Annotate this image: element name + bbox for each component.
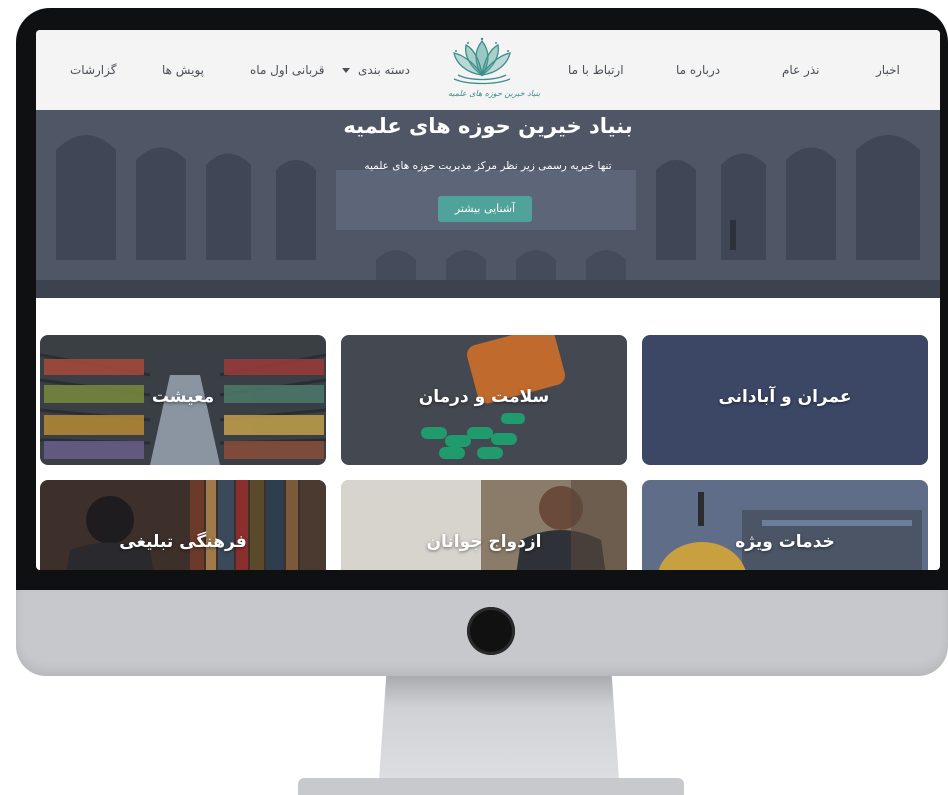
hero-section: بنیاد خیرین حوزه های علمیه تنها خیریه رس… — [36, 110, 940, 298]
hero-title: بنیاد خیرین حوزه های علمیه — [343, 114, 633, 138]
card-cultural[interactable]: فرهنگی تبلیغی — [40, 480, 326, 570]
card-youth-marriage-label: ازدواج جوانان — [426, 532, 542, 552]
hero-subtitle: تنها خیریه رسمی زیر نظر مرکز مدیریت حوزه… — [364, 160, 612, 172]
monitor-camera — [467, 607, 515, 655]
card-livelihood[interactable]: معیشت — [40, 335, 326, 465]
nav-contact[interactable]: ارتباط با ما — [568, 63, 624, 77]
card-special-services[interactable]: خدمات ویژه — [642, 480, 928, 570]
lotus-logo-icon — [453, 37, 511, 85]
shrine-image — [642, 480, 928, 570]
logo-text: بنیاد خیرین حوزه های علمیه — [448, 89, 541, 98]
nav-reports[interactable]: گزارشات — [70, 63, 116, 77]
card-livelihood-label: معیشت — [151, 387, 215, 407]
card-construction-label: عمران و آبادانی — [718, 387, 852, 407]
nav-campaigns[interactable]: پویش ها — [162, 63, 204, 77]
monitor-stand — [379, 676, 619, 780]
learn-more-button[interactable]: آشنایی بیشتر — [438, 196, 532, 222]
books-image — [40, 480, 326, 570]
nav-about[interactable]: درباره ما — [676, 63, 720, 77]
caret-down-icon — [342, 68, 350, 73]
nav-news[interactable]: اخبار — [876, 63, 900, 77]
card-health-label: سلامت و درمان — [418, 387, 550, 407]
nav-monthly-sacrifice[interactable]: قربانی اول ماه — [250, 63, 325, 77]
navbar: اخبار نذر عام درباره ما ارتباط با ما بنی… — [36, 30, 940, 110]
website-screen: اخبار نذر عام درباره ما ارتباط با ما بنی… — [36, 30, 940, 570]
nav-category-dropdown[interactable]: دسته بندی — [342, 63, 410, 77]
card-construction[interactable]: عمران و آبادانی — [642, 335, 928, 465]
card-health[interactable]: سلامت و درمان — [341, 335, 627, 465]
monitor-base — [298, 778, 684, 795]
couple-image — [341, 480, 627, 570]
site-logo[interactable]: بنیاد خیرین حوزه های علمیه — [448, 35, 541, 105]
nav-general-vow[interactable]: نذر عام — [782, 63, 820, 77]
card-special-services-label: خدمات ویژه — [735, 532, 835, 552]
card-cultural-label: فرهنگی تبلیغی — [119, 532, 247, 552]
card-youth-marriage[interactable]: ازدواج جوانان — [341, 480, 627, 570]
nav-category-label: دسته بندی — [358, 63, 410, 77]
